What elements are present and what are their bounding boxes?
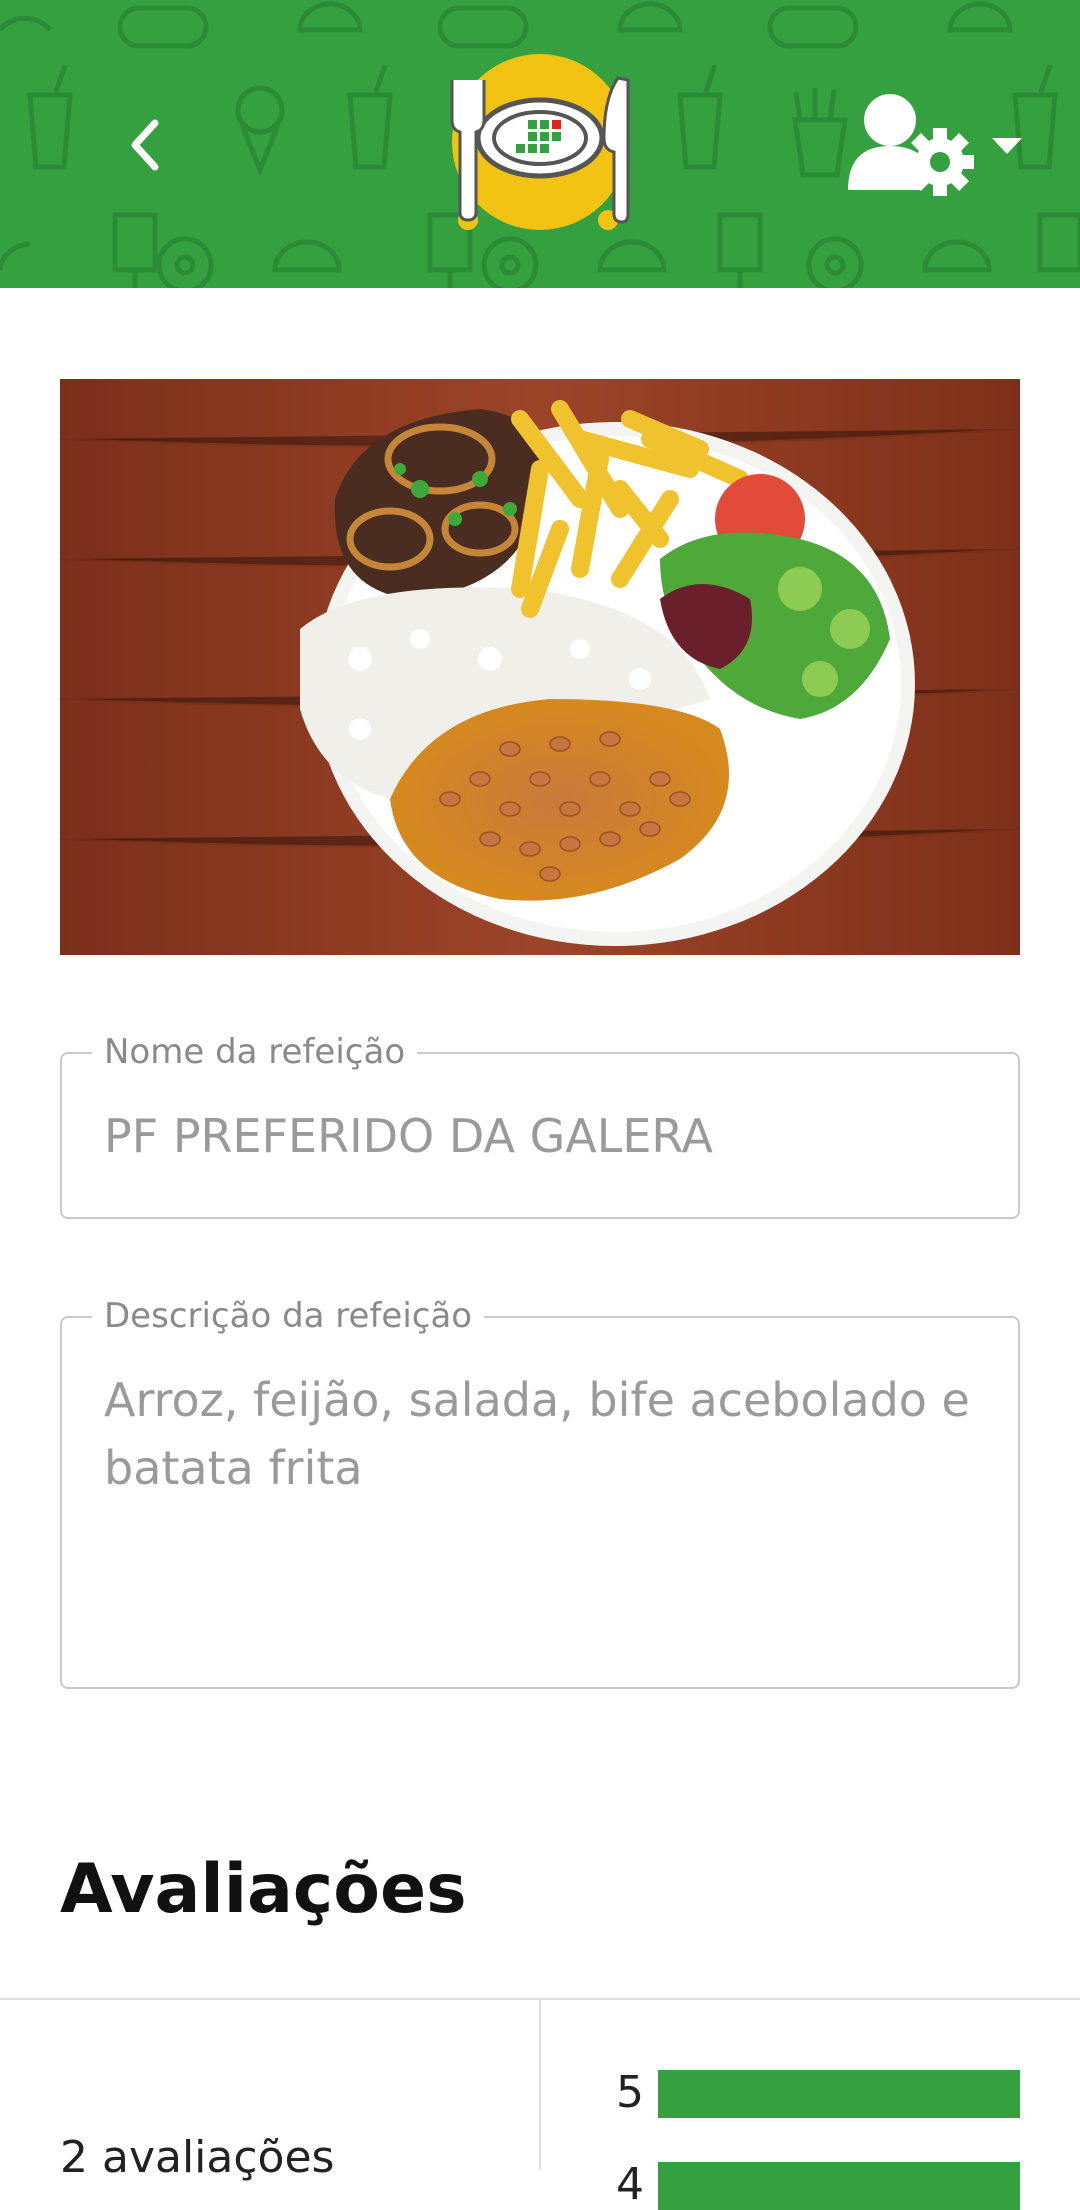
rating-bar-track xyxy=(658,2070,1020,2118)
rating-star-label: 5 xyxy=(616,2067,644,2118)
rating-bar-fill xyxy=(658,2162,1020,2210)
meal-image xyxy=(60,379,1020,955)
user-settings-menu[interactable] xyxy=(840,90,1040,200)
rating-bar-track xyxy=(658,2162,1020,2210)
plate-cutlery-logo xyxy=(450,54,630,230)
app-header xyxy=(0,0,1080,288)
rating-row-4: 4 xyxy=(600,2160,1020,2210)
chevron-left-icon xyxy=(131,119,159,171)
meal-name-label: Nome da refeição xyxy=(92,1032,418,1072)
rating-row-5: 5 xyxy=(600,2068,1020,2118)
back-button[interactable] xyxy=(110,105,180,185)
caret-down-icon xyxy=(992,138,1022,154)
rating-bar-fill xyxy=(658,2070,1020,2118)
meal-description-label: Descrição da refeição xyxy=(92,1296,485,1336)
rating-star-label: 4 xyxy=(616,2159,644,2210)
ratings-count: 2 avaliações xyxy=(60,2132,335,2183)
meal-photo xyxy=(60,379,1020,955)
meal-name-field[interactable]: Nome da refeição PF PREFERIDO DA GALERA xyxy=(60,1032,1020,1219)
user-settings-icon xyxy=(848,94,1022,196)
ratings-title: Avaliações xyxy=(60,1850,467,1929)
meal-name-value[interactable]: PF PREFERIDO DA GALERA xyxy=(104,1102,976,1170)
ratings-column-divider xyxy=(539,1998,541,2170)
meal-description-value[interactable]: Arroz, feijão, salada, bife acebolado e … xyxy=(104,1366,976,1502)
meal-description-field[interactable]: Descrição da refeição Arroz, feijão, sal… xyxy=(60,1296,1020,1689)
